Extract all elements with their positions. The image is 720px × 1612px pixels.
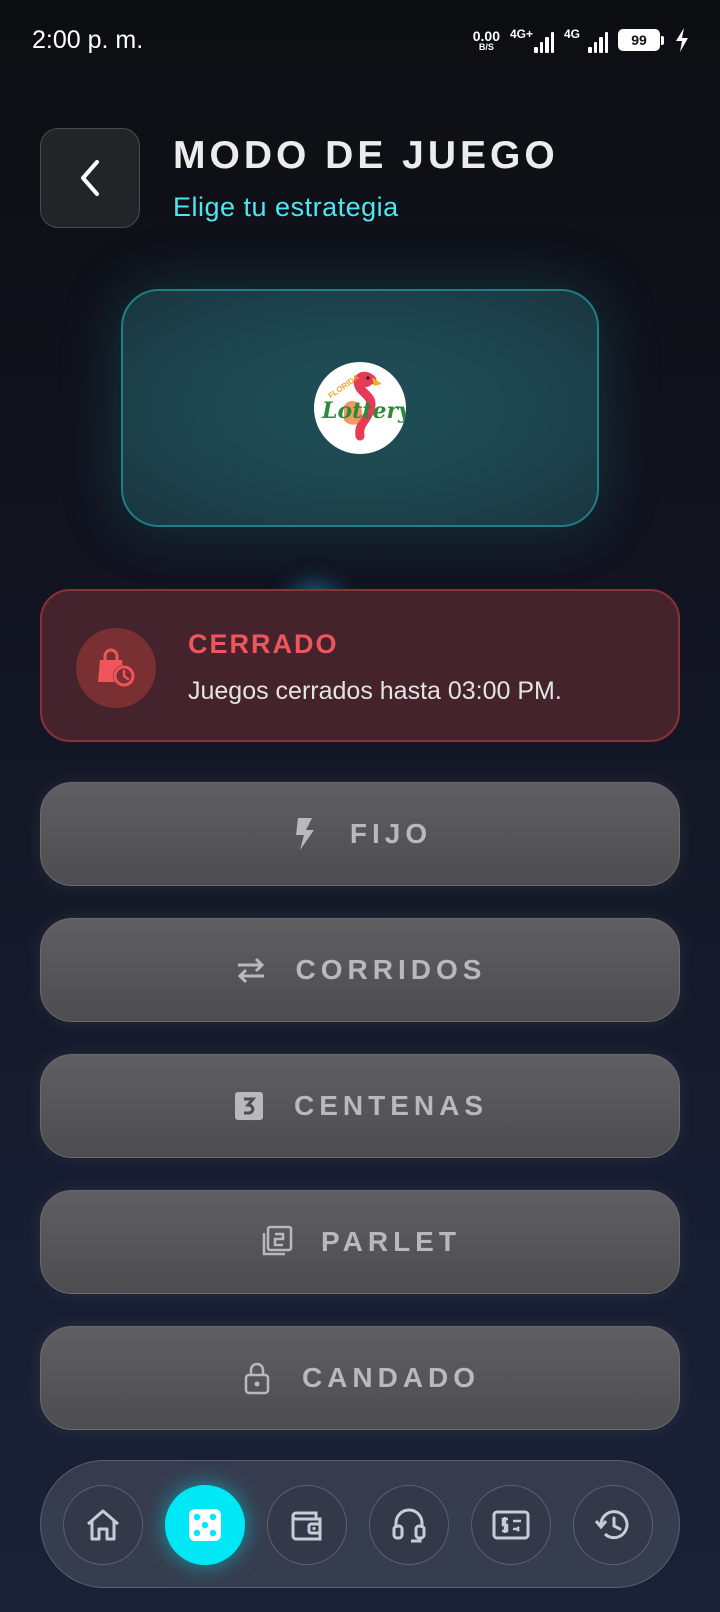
mode-label: CENTENAS bbox=[293, 1090, 488, 1121]
network-type-label: 4G bbox=[564, 27, 581, 41]
network-type-label: 4G+ bbox=[510, 27, 534, 41]
mode-label: CORRIDOS bbox=[295, 954, 487, 985]
mode-button-corridos[interactable]: CORRIDOS bbox=[40, 918, 680, 1022]
status-bar: 2:00 p. m. 0.00 B/S 4G+ 4G 99 bbox=[0, 0, 720, 80]
closed-status-card: CERRADO Juegos cerrados hasta 03:00 PM. bbox=[40, 589, 680, 742]
mode-button-centenas[interactable]: CENTENAS bbox=[40, 1054, 680, 1158]
signal-icon: 4G bbox=[564, 27, 608, 53]
network-speed-value: 0.00 bbox=[472, 27, 500, 44]
back-button[interactable] bbox=[40, 128, 140, 228]
closed-status-message: Juegos cerrados hasta 03:00 PM. bbox=[188, 677, 562, 705]
signal-icon: 4G+ bbox=[510, 27, 554, 53]
home-icon bbox=[87, 1509, 119, 1541]
lottery-card[interactable]: FLORIDA Lottery bbox=[121, 289, 599, 527]
bag-clock-icon bbox=[98, 648, 135, 687]
lottery-logo-text: Lottery bbox=[322, 398, 406, 424]
closed-status-title: CERRADO bbox=[188, 629, 339, 659]
mode-label: FIJO bbox=[349, 818, 433, 849]
mode-button-parlet[interactable]: PARLET bbox=[40, 1190, 680, 1294]
status-icons: 0.00 B/S 4G+ 4G 99 bbox=[473, 24, 690, 56]
dice-icon bbox=[189, 1509, 221, 1541]
mode-button-candado[interactable]: CANDADO bbox=[40, 1326, 680, 1430]
lightning-icon bbox=[288, 817, 322, 851]
mode-button-fijo[interactable]: FIJO bbox=[40, 782, 680, 886]
lock-icon bbox=[240, 1361, 274, 1395]
wallet-icon bbox=[291, 1511, 322, 1541]
charging-icon bbox=[676, 28, 688, 52]
battery-level: 99 bbox=[618, 29, 660, 51]
headset-icon bbox=[392, 1508, 426, 1543]
network-speed-unit: B/S bbox=[478, 41, 494, 52]
bottom-navigation bbox=[40, 1460, 680, 1588]
mode-label: PARLET bbox=[321, 1226, 461, 1257]
nav-wallet-button[interactable] bbox=[267, 1485, 347, 1565]
nav-home-button[interactable] bbox=[63, 1485, 143, 1565]
nav-payments-button[interactable] bbox=[471, 1485, 551, 1565]
history-icon bbox=[594, 1510, 629, 1540]
chevron-left-icon bbox=[81, 160, 99, 196]
page-title: MODO DE JUEGO bbox=[173, 134, 559, 177]
closed-icon-container bbox=[76, 628, 156, 708]
status-time: 2:00 p. m. bbox=[32, 26, 144, 54]
florida-lottery-logo: FLORIDA Lottery bbox=[314, 362, 406, 454]
money-bill-icon bbox=[492, 1510, 530, 1540]
swap-arrows-icon bbox=[234, 953, 268, 987]
network-speed: 0.00 B/S bbox=[473, 29, 500, 52]
battery-icon: 99 bbox=[618, 29, 664, 51]
nav-history-button[interactable] bbox=[573, 1485, 653, 1565]
number-three-box-icon bbox=[232, 1089, 266, 1123]
nav-games-button[interactable] bbox=[165, 1485, 245, 1565]
stacked-two-icon bbox=[259, 1225, 293, 1259]
nav-support-button[interactable] bbox=[369, 1485, 449, 1565]
page-subtitle: Elige tu estrategia bbox=[173, 192, 399, 222]
mode-label: CANDADO bbox=[301, 1362, 481, 1393]
